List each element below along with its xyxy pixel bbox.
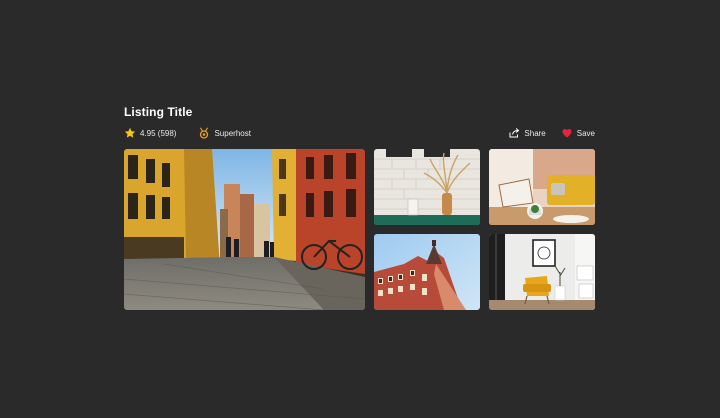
photo-living-room[interactable] — [489, 149, 595, 225]
listing-meta: 4.95 (598) Superhost Share Save — [124, 127, 595, 141]
photo-gallery — [124, 149, 595, 310]
save-label: Save — [576, 128, 595, 138]
rating-text: 4.95 (598) — [140, 128, 177, 138]
share-icon — [508, 127, 520, 139]
photo-yellow-chair[interactable] — [489, 234, 595, 310]
heart-icon — [561, 127, 573, 139]
listing-meta-left: 4.95 (598) Superhost — [124, 127, 251, 139]
star-icon — [124, 127, 136, 139]
save-button[interactable]: Save — [561, 127, 595, 139]
photo-brick-wall[interactable] — [374, 149, 480, 225]
photo-street[interactable] — [124, 149, 365, 310]
listing-actions: Share Save — [493, 127, 595, 139]
superhost-label: Superhost — [214, 128, 251, 138]
listing-title: Listing Title — [124, 105, 193, 119]
share-button[interactable]: Share — [508, 127, 546, 139]
superhost-icon — [198, 127, 210, 139]
photo-building[interactable] — [374, 234, 480, 310]
share-label: Share — [524, 128, 546, 138]
